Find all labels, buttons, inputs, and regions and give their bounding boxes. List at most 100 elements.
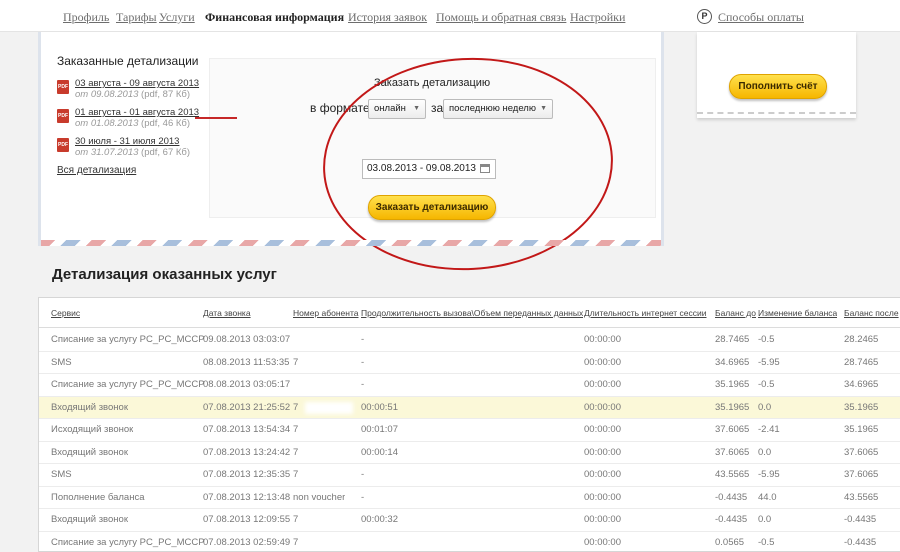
cell-balance-change: 44.0 [758, 491, 777, 503]
header-call-date[interactable]: Дата звонка [203, 298, 251, 328]
redacted-number-mask [305, 469, 353, 481]
red-underline-annotation [195, 117, 237, 119]
cell-session-duration: 00:00:00 [584, 469, 621, 480]
redacted-number-mask [305, 424, 353, 436]
nav-tariffs[interactable]: Тарифы [116, 10, 157, 25]
cell-balance-after: 34.6965 [844, 379, 879, 390]
redacted-number-mask [305, 536, 353, 549]
ordered-details-heading: Заказанные детализации [57, 54, 199, 68]
nav-settings[interactable]: Настройки [570, 10, 625, 25]
cell-balance-after: 35.1965 [844, 401, 879, 413]
cell-balance-change: -0.5 [758, 379, 775, 390]
header-duration-volume[interactable]: Продолжительность вызова\Объем переданны… [361, 298, 583, 328]
nav-help-feedback[interactable]: Помощь и обратная связь [436, 10, 566, 25]
cell-balance-after: 35.1965 [844, 424, 879, 435]
cell-duration: - [361, 491, 365, 503]
cell-balance-before: 37.6065 [715, 446, 750, 458]
header-subscriber-number[interactable]: Номер абонента [293, 298, 359, 328]
cell-balance-change: -0.5 [758, 334, 775, 345]
nav-services[interactable]: Услуги [159, 10, 195, 25]
table-row: SMS 07.08.2013 12:35:35 7 - 00:00:00 43.5565-… [39, 464, 900, 487]
detail-link[interactable]: 01 августа - 01 августа 2013 [75, 107, 211, 118]
cell-call-date: 07.08.2013 13:54:34 [203, 424, 291, 435]
cell-balance-before: 28.7465 [715, 334, 750, 345]
top-up-button[interactable]: Пополнить счёт [729, 74, 827, 99]
cell-session-duration: 00:00:00 [584, 334, 621, 345]
cell-session-duration: 00:00:00 [584, 446, 621, 458]
cell-balance-change: 0.0 [758, 446, 772, 458]
table-row: Входящий звонок 07.08.2013 12:09:55 7 00:00… [39, 509, 900, 532]
table-row: Списание за услугу PC_PC_MCCP 07.08.2013 … [39, 532, 900, 552]
cell-subscriber-number: 7 [293, 401, 299, 413]
calendar-icon[interactable] [480, 164, 490, 173]
period-select[interactable]: последнюю неделю ▼ [443, 99, 553, 119]
cell-duration: - [361, 379, 365, 390]
table-row: Списание за услугу PC_PC_MCCP 09.08.2013 … [39, 329, 900, 352]
order-details-form: Заказать детализацию в формате онлайн ▼ … [209, 58, 656, 220]
cell-duration: 00:00:51 [361, 401, 398, 413]
order-details-title: Заказать детализацию [374, 77, 491, 89]
cell-call-date: 08.08.2013 03:05:17 [203, 379, 291, 390]
detail-link[interactable]: 03 августа - 09 августа 2013 [75, 78, 211, 89]
cell-balance-after: 28.7465 [844, 356, 879, 368]
cell-call-date: 07.08.2013 12:09:55 [203, 514, 291, 525]
header-session-duration[interactable]: Длительность интернет сессии [584, 298, 707, 328]
cell-duration: - [361, 469, 365, 480]
table-row: Исходящий звонок 07.08.2013 13:54:34 7 00:0… [39, 419, 900, 442]
cell-balance-after: -0.4435 [844, 536, 877, 548]
detail-item: PDF 30 июля - 31 июля 2013 от 31.07.2013… [57, 136, 211, 158]
cell-balance-before: 35.1965 [715, 401, 750, 413]
format-select-value: онлайн [374, 103, 406, 114]
cell-call-date: 07.08.2013 13:24:42 [203, 446, 291, 458]
nav-request-history[interactable]: История заявок [348, 10, 427, 25]
cell-duration: - [361, 356, 365, 368]
top-navigation: Профиль Тарифы Услуги Финансовая информа… [0, 0, 900, 32]
chevron-down-icon: ▼ [540, 105, 547, 112]
cell-call-date: 09.08.2013 03:03:07 [203, 334, 291, 345]
format-select[interactable]: онлайн ▼ [368, 99, 426, 119]
cell-balance-change: 0.0 [758, 514, 772, 525]
detail-link[interactable]: 30 июля - 31 июля 2013 [75, 136, 211, 147]
cell-balance-after: -0.4435 [844, 514, 877, 525]
order-details-button[interactable]: Заказать детализацию [368, 195, 496, 220]
cell-balance-before: 35.1965 [715, 379, 750, 390]
cell-service: Списание за услугу PC_PC_MCCP [51, 536, 205, 548]
nav-profile[interactable]: Профиль [63, 10, 109, 25]
cell-subscriber-number: 7 [293, 446, 299, 458]
cell-session-duration: 00:00:00 [584, 424, 621, 435]
table-row: Входящий звонок 07.08.2013 13:24:42 7 00:00… [39, 442, 900, 464]
all-details-link[interactable]: Вся детализация [57, 165, 211, 176]
detail-item: PDF 01 августа - 01 августа 2013 от 01.0… [57, 107, 211, 129]
redacted-number-mask [305, 356, 353, 369]
chevron-down-icon: ▼ [413, 105, 420, 112]
cell-session-duration: 00:00:00 [584, 514, 621, 525]
cell-session-duration: 00:00:00 [584, 401, 621, 413]
table-row: Входящий звонок 07.08.2013 21:25:52 7 00:00… [39, 396, 900, 419]
balance-card: Пополнить счёт [697, 32, 856, 118]
redacted-number-mask [305, 446, 353, 459]
cell-duration: - [361, 334, 365, 345]
detail-item: PDF 03 августа - 09 августа 2013 от 09.0… [57, 78, 211, 100]
cell-subscriber-number: 7 [293, 536, 299, 548]
ordered-details-list: Заказанные детализации PDF 03 августа - … [57, 54, 211, 222]
redacted-number-mask [305, 401, 353, 414]
payment-methods-link[interactable]: Способы оплаты [718, 10, 804, 25]
table-row: SMS 08.08.2013 11:53:35 7 - 00:00:00 34.6965-… [39, 352, 900, 374]
header-balance-after[interactable]: Баланс после [844, 298, 899, 328]
redacted-number-mask [305, 514, 353, 526]
cell-session-duration: 00:00:00 [584, 491, 621, 503]
cell-balance-change: -5.95 [758, 469, 780, 480]
header-service[interactable]: Сервис [51, 298, 80, 328]
cell-call-date: 07.08.2013 12:35:35 [203, 469, 291, 480]
date-range-input[interactable]: 03.08.2013 - 09.08.2013 [362, 159, 496, 179]
period-label: за [431, 101, 444, 115]
card-divider [697, 112, 856, 114]
cell-call-date: 08.08.2013 11:53:35 [203, 356, 290, 368]
cell-service: Исходящий звонок [51, 424, 134, 435]
header-balance-before[interactable]: Баланс до [715, 298, 756, 328]
cell-service: SMS [51, 469, 72, 480]
header-balance-change[interactable]: Изменение баланса [758, 298, 837, 328]
cell-balance-change: -0.5 [758, 536, 775, 548]
nav-financial-info[interactable]: Финансовая информация [205, 10, 344, 25]
cell-service: Списание за услугу PC_PC_MCCP [51, 334, 205, 345]
